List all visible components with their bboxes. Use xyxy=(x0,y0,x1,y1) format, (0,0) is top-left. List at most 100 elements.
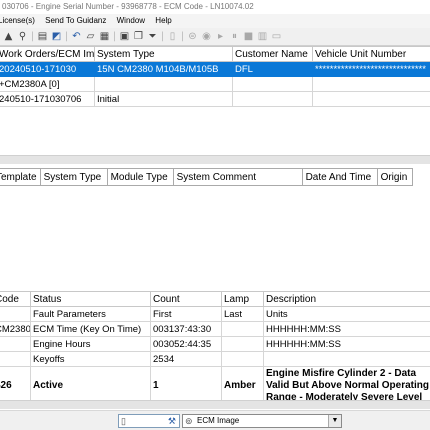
table-cell: ECM Time (Key On Time) xyxy=(30,321,151,337)
toolbar-separator: | xyxy=(30,30,35,42)
menu-send-to-guidanz[interactable]: Send To Guidanz xyxy=(45,14,106,28)
table-header-row: Work Orders/ECM Images System Type Custo… xyxy=(0,46,430,62)
funnel-icon[interactable]: ⏷ xyxy=(146,30,159,44)
table-cell xyxy=(232,76,313,92)
print-icon[interactable]: ▤ xyxy=(36,30,49,44)
table-row[interactable]: CM2380A ECM Time (Key On Time) 003137:43… xyxy=(0,321,430,337)
save-icon[interactable]: ▣ xyxy=(118,30,131,44)
column-header-system-type[interactable]: System Type xyxy=(94,46,233,62)
fault-description: Engine Misfire Cylinder 2 - Data Valid B… xyxy=(263,366,430,405)
copy-icon[interactable]: ❐ xyxy=(132,30,145,44)
column-header-work-orders[interactable]: Work Orders/ECM Images xyxy=(0,46,95,62)
menu-bar: License(s) Send To Guidanz Window Help xyxy=(0,14,430,28)
table-cell: 003137:43:30 xyxy=(150,321,222,337)
column-header-description[interactable]: Description xyxy=(263,291,430,307)
chevron-down-icon[interactable]: ▼ xyxy=(328,415,341,427)
table-cell: ****************************** xyxy=(312,61,430,77)
work-orders-table: Work Orders/ECM Images System Type Custo… xyxy=(0,46,430,107)
column-header-system-comment[interactable]: System Comment xyxy=(172,168,303,186)
chart-icon[interactable]: ◩ xyxy=(50,30,63,44)
fault-status: Active xyxy=(30,366,151,405)
monitor-icon[interactable]: ▭ xyxy=(270,30,283,44)
table-cell: Fault Parameters xyxy=(30,306,151,322)
column-header-template[interactable]: Template xyxy=(0,168,41,186)
column-header-code[interactable]: Code xyxy=(0,291,31,307)
column-header-vehicle-unit-number[interactable]: Vehicle Unit Number xyxy=(312,46,430,62)
column-header-system-type[interactable]: System Type xyxy=(39,168,108,186)
toolbar-separator: | xyxy=(64,30,69,42)
table-row[interactable]: 20240510-171030 15N CM2380 M104B/M105B D… xyxy=(0,61,430,77)
fault-lamp: Amber xyxy=(221,366,264,405)
split-icon[interactable]: ⊜ xyxy=(186,30,199,44)
table-cell: HHHHHH:MM:SS xyxy=(263,336,430,352)
table-row[interactable]: +CM2380A [0] xyxy=(0,76,430,92)
fault-count: 1 xyxy=(150,366,222,405)
play-icon[interactable]: ▸ xyxy=(214,30,227,44)
wrench-icon: ⚒ xyxy=(167,416,176,426)
pause-icon[interactable]: ⏸ xyxy=(228,30,241,44)
toolbar-separator: | xyxy=(180,30,185,42)
table-cell: CM2380A xyxy=(0,321,31,337)
ecm-image-icon: ⊚ xyxy=(185,416,193,426)
ecm-image-select[interactable]: ⊚ ECM Image ▼ xyxy=(182,414,342,428)
column-header-date-and-time[interactable]: Date And Time xyxy=(301,168,378,186)
page-icon[interactable]: ▯ xyxy=(166,30,179,44)
columns-icon[interactable]: ▥ xyxy=(256,30,269,44)
table-cell: Initial xyxy=(94,91,233,107)
table-cell: Keyoffs xyxy=(30,351,151,367)
column-header-lamp[interactable]: Lamp xyxy=(221,291,264,307)
column-header-status[interactable]: Status xyxy=(30,291,151,307)
horizontal-scrollbar[interactable] xyxy=(0,400,430,409)
table-cell xyxy=(0,351,31,367)
column-header-customer-name[interactable]: Customer Name xyxy=(232,46,313,62)
fault-codes-table: Code Status Count Lamp Description Fault… xyxy=(0,291,430,405)
table-subheader-row: Fault Parameters First Last Units xyxy=(0,306,430,322)
table-row[interactable]: Engine Hours 003052:44:35 HHHHHH:MM:SS xyxy=(0,336,430,352)
horizontal-scrollbar[interactable] xyxy=(0,155,430,164)
table-cell xyxy=(221,321,264,337)
stop-icon[interactable]: ■ xyxy=(242,30,255,44)
menu-help[interactable]: Help xyxy=(155,14,171,28)
table-cell xyxy=(94,76,233,92)
table-cell: DFL xyxy=(232,61,313,77)
table-cell: 2534 xyxy=(150,351,222,367)
toolbar: ▲ ⚲ | ▤ ◩ | ↶ ▱ ▦ | ▣ ❐ ⏷ | ▯ | ⊜ ◉ ▸ ⏸ … xyxy=(0,28,430,46)
filter-icon[interactable]: ▲ xyxy=(2,30,15,44)
table-cell: 240510-171030706 xyxy=(0,91,95,107)
column-header-origin[interactable]: Origin xyxy=(376,168,413,186)
table-cell: HHHHHH:MM:SS xyxy=(263,321,430,337)
binoculars-icon[interactable]: ⚲ xyxy=(16,30,29,44)
column-header-count[interactable]: Count xyxy=(150,291,222,307)
grid-icon[interactable]: ▦ xyxy=(98,30,111,44)
table-cell xyxy=(0,306,31,322)
record-icon[interactable]: ◉ xyxy=(200,30,213,44)
ecm-image-select-value: ECM Image xyxy=(197,416,240,425)
table-row[interactable]: 240510-171030706 Initial xyxy=(0,91,430,107)
window-title: 030706 - Engine Serial Number - 93968778… xyxy=(0,0,430,14)
table-cell xyxy=(312,76,430,92)
folder-icon[interactable]: ▱ xyxy=(84,30,97,44)
toolbar-separator: | xyxy=(160,30,165,42)
table-cell: 20240510-171030 xyxy=(0,61,95,77)
table-cell: Units xyxy=(263,306,430,322)
table-header-row: Template System Type Module Type System … xyxy=(0,168,413,186)
table-row[interactable]: Keyoffs 2534 xyxy=(0,351,430,367)
menu-window[interactable]: Window xyxy=(117,14,145,28)
table-cell xyxy=(221,336,264,352)
column-header-module-type[interactable]: Module Type xyxy=(106,168,174,186)
table-cell xyxy=(221,351,264,367)
fault-row[interactable]: 426 Active 1 Amber Engine Misfire Cylind… xyxy=(0,366,430,405)
menu-licenses[interactable]: License(s) xyxy=(0,14,35,28)
status-panel[interactable]: ▯ ⚒ xyxy=(118,414,180,428)
status-bar: ▯ ⚒ ⊚ ECM Image ▼ xyxy=(0,410,430,430)
table-header-row: Code Status Count Lamp Description xyxy=(0,291,430,307)
toolbar-separator: | xyxy=(112,30,117,42)
table-cell xyxy=(263,351,430,367)
table-cell: Last xyxy=(221,306,264,322)
undo-icon[interactable]: ↶ xyxy=(70,30,83,44)
table-cell: Engine Hours xyxy=(30,336,151,352)
table-cell: First xyxy=(150,306,222,322)
table-cell: 15N CM2380 M104B/M105B xyxy=(94,61,233,77)
table-cell xyxy=(232,91,313,107)
table-cell xyxy=(0,336,31,352)
